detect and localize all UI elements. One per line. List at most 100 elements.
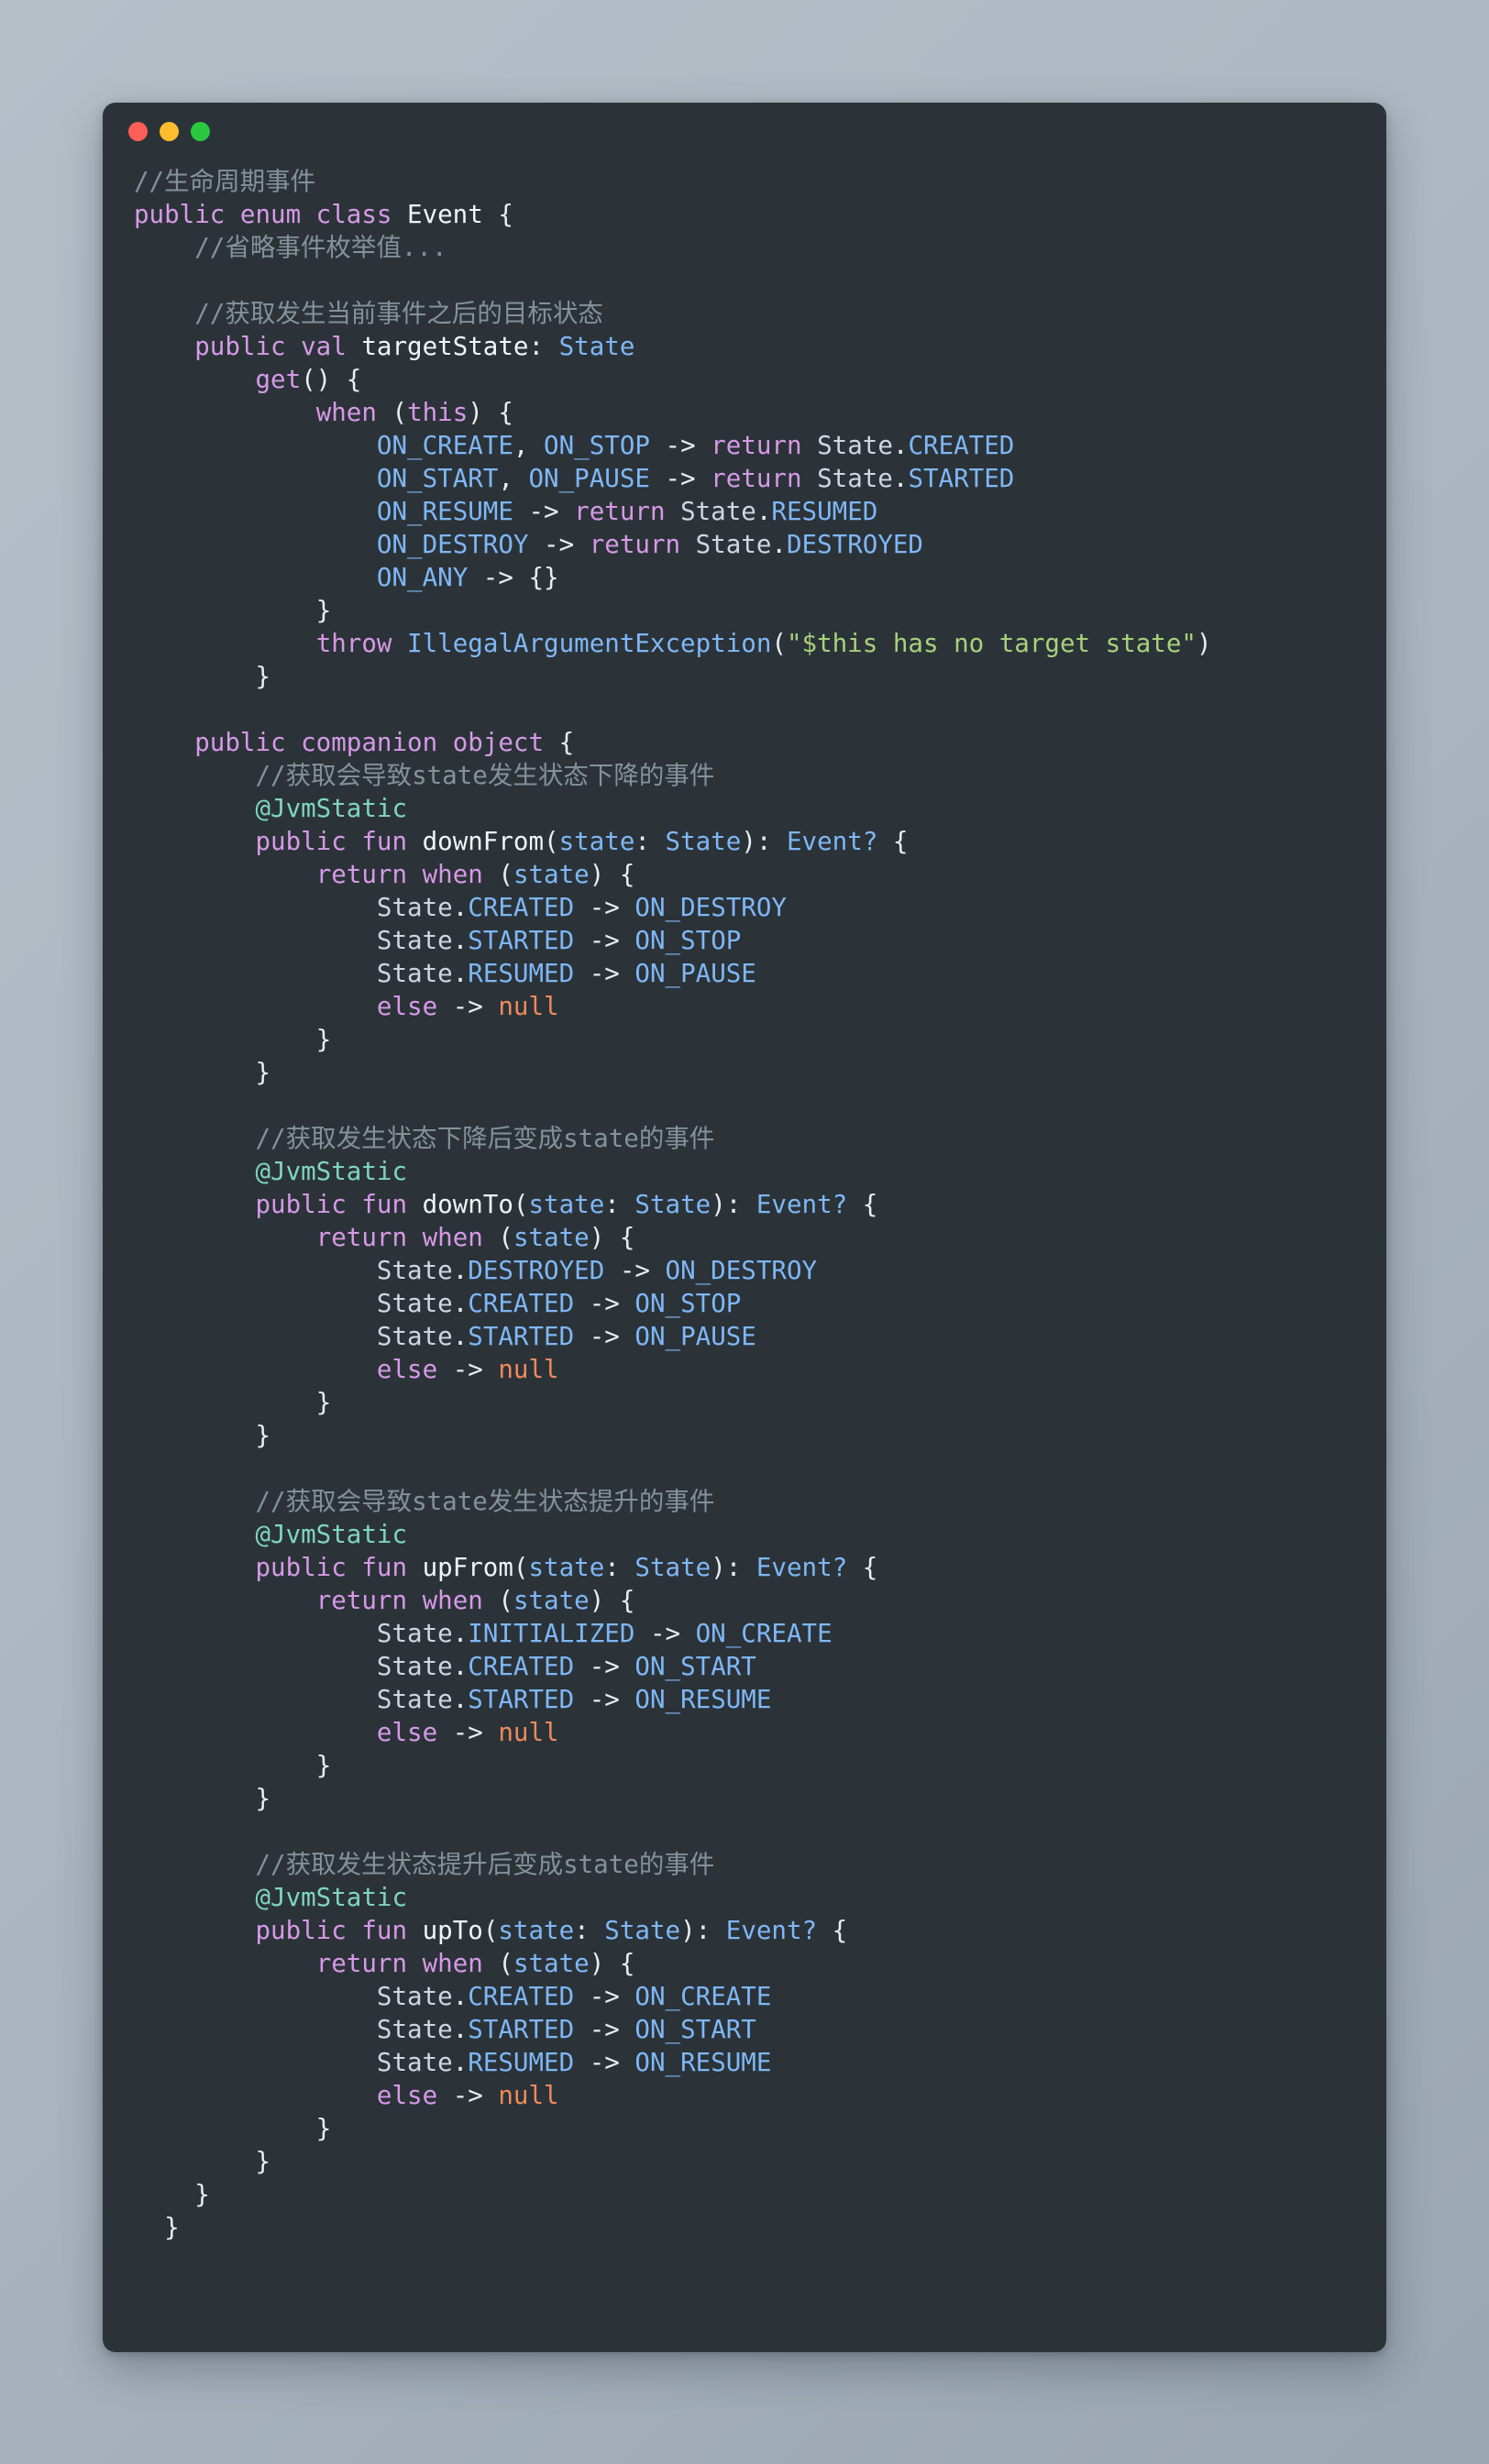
code-line: //获取会导致state发生状态提升的事件 <box>134 1485 1355 1518</box>
code-token: //获取发生状态下降后变成state的事件 <box>255 1124 715 1153</box>
code-line: State.STARTED -> ON_STOP <box>134 924 1355 957</box>
code-token: "$this has no target state" <box>786 629 1197 658</box>
code-token: state <box>558 827 635 856</box>
code-line: ON_ANY -> {} <box>134 561 1355 594</box>
code-line: } <box>134 594 1355 627</box>
code-token: } <box>315 2114 332 2143</box>
code-token: STARTED <box>468 1322 575 1351</box>
code-token: ON_DESTROY <box>634 893 787 922</box>
code-token: : <box>574 1916 605 1945</box>
code-token: ( <box>513 1190 529 1219</box>
code-token: } <box>255 1421 271 1450</box>
code-token: //获取会导致state发生状态下降的事件 <box>255 761 715 790</box>
code-token: upTo <box>422 1916 483 1945</box>
code-token: -> <box>574 1685 635 1714</box>
code-token: State <box>665 827 742 856</box>
code-token: ON_START <box>634 2015 756 2044</box>
code-token: ) { <box>589 1949 635 1978</box>
code-line: return when (state) { <box>134 1221 1355 1254</box>
code-token: else <box>376 1355 438 1384</box>
code-token: ) { <box>468 398 513 427</box>
code-token: . <box>452 1289 469 1318</box>
code-token: ) { <box>589 1586 635 1615</box>
code-token: State <box>376 893 453 922</box>
code-token: ON_PAUSE <box>634 1322 756 1351</box>
code-token: ON_STOP <box>544 431 650 460</box>
code-token: } <box>255 662 271 691</box>
code-line: throw IllegalArgumentException("$this ha… <box>134 627 1355 660</box>
code-line: //获取发生状态下降后变成state的事件 <box>134 1122 1355 1155</box>
code-token: ( <box>513 1553 529 1582</box>
code-token: null <box>498 2081 559 2110</box>
code-token: -> <box>528 530 590 559</box>
code-line: get() { <box>134 363 1355 396</box>
minimize-icon[interactable] <box>160 121 179 141</box>
code-token: ON_DESTROY <box>665 1256 818 1285</box>
code-line: @JvmStatic <box>134 1881 1355 1914</box>
code-token: Event <box>407 200 483 229</box>
code-token: ) { <box>589 860 635 889</box>
code-token: { <box>482 200 513 229</box>
code-token: ON_STOP <box>634 1289 742 1318</box>
code-token: -> <box>649 431 711 460</box>
code-token: Event? <box>786 827 878 856</box>
code-token: STARTED <box>908 464 1015 493</box>
code-line: ​ <box>134 693 1355 726</box>
code-token: downTo <box>422 1190 513 1219</box>
code-line: ​ <box>134 1089 1355 1122</box>
code-token: State <box>376 1322 453 1351</box>
code-token: { <box>558 728 575 757</box>
code-token: . <box>452 893 469 922</box>
code-line: ON_DESTROY -> return State.DESTROYED <box>134 528 1355 561</box>
code-token: State <box>680 497 756 526</box>
code-line: return when (state) { <box>134 1947 1355 1980</box>
code-token: : <box>634 827 666 856</box>
code-token: ): <box>680 1916 726 1945</box>
code-token: downFrom <box>422 827 545 856</box>
code-line: ​ <box>134 1452 1355 1485</box>
code-token: State <box>376 1982 453 2011</box>
code-line: } <box>134 1749 1355 1782</box>
code-token: State <box>604 1916 681 1945</box>
code-token: ON_CREATE <box>695 1619 833 1648</box>
code-line: public companion object { <box>134 726 1355 759</box>
code-line: public fun downFrom(state: State): Event… <box>134 825 1355 858</box>
code-token: state <box>513 1949 590 1978</box>
code-token: } <box>315 1751 332 1780</box>
code-token: State <box>376 1652 453 1681</box>
code-token: //获取发生当前事件之后的目标状态 <box>194 299 603 328</box>
code-token: ( <box>392 398 408 427</box>
code-token: @JvmStatic <box>255 1157 408 1186</box>
code-token: state <box>513 1223 590 1252</box>
code-token: . <box>892 464 909 493</box>
code-token: RESUMED <box>468 2048 575 2077</box>
code-token: public val <box>194 332 362 361</box>
code-token: targetState <box>361 332 529 361</box>
code-line: return when (state) { <box>134 1584 1355 1617</box>
code-block[interactable]: //生命周期事件 public enum class Event { //省略事件… <box>103 160 1386 2244</box>
code-line: public fun upTo(state: State): Event? { <box>134 1914 1355 1947</box>
maximize-icon[interactable] <box>191 121 210 141</box>
code-token: . <box>452 1256 469 1285</box>
code-token: . <box>452 2015 469 2044</box>
code-token: Event? <box>756 1190 848 1219</box>
code-token: return when <box>315 860 499 889</box>
code-token: ( <box>482 1916 499 1945</box>
code-token: //省略事件枚举值... <box>194 233 447 262</box>
close-icon[interactable] <box>128 121 148 141</box>
code-token: -> <box>437 2081 499 2110</box>
code-token: { <box>817 1916 848 1945</box>
code-token: ON_STOP <box>634 926 742 955</box>
code-token: -> <box>574 1322 635 1351</box>
code-token: DESTROYED <box>468 1256 605 1285</box>
code-token: -> <box>649 464 711 493</box>
code-line: } <box>134 2178 1355 2211</box>
code-token: public fun <box>255 1916 423 1945</box>
code-token: . <box>892 431 909 460</box>
code-token: when <box>315 398 392 427</box>
code-token: . <box>452 2048 469 2077</box>
code-line: State.STARTED -> ON_PAUSE <box>134 1320 1355 1353</box>
code-token: { <box>877 827 909 856</box>
code-line: State.INITIALIZED -> ON_CREATE <box>134 1617 1355 1650</box>
code-line: //省略事件枚举值... <box>134 231 1355 264</box>
